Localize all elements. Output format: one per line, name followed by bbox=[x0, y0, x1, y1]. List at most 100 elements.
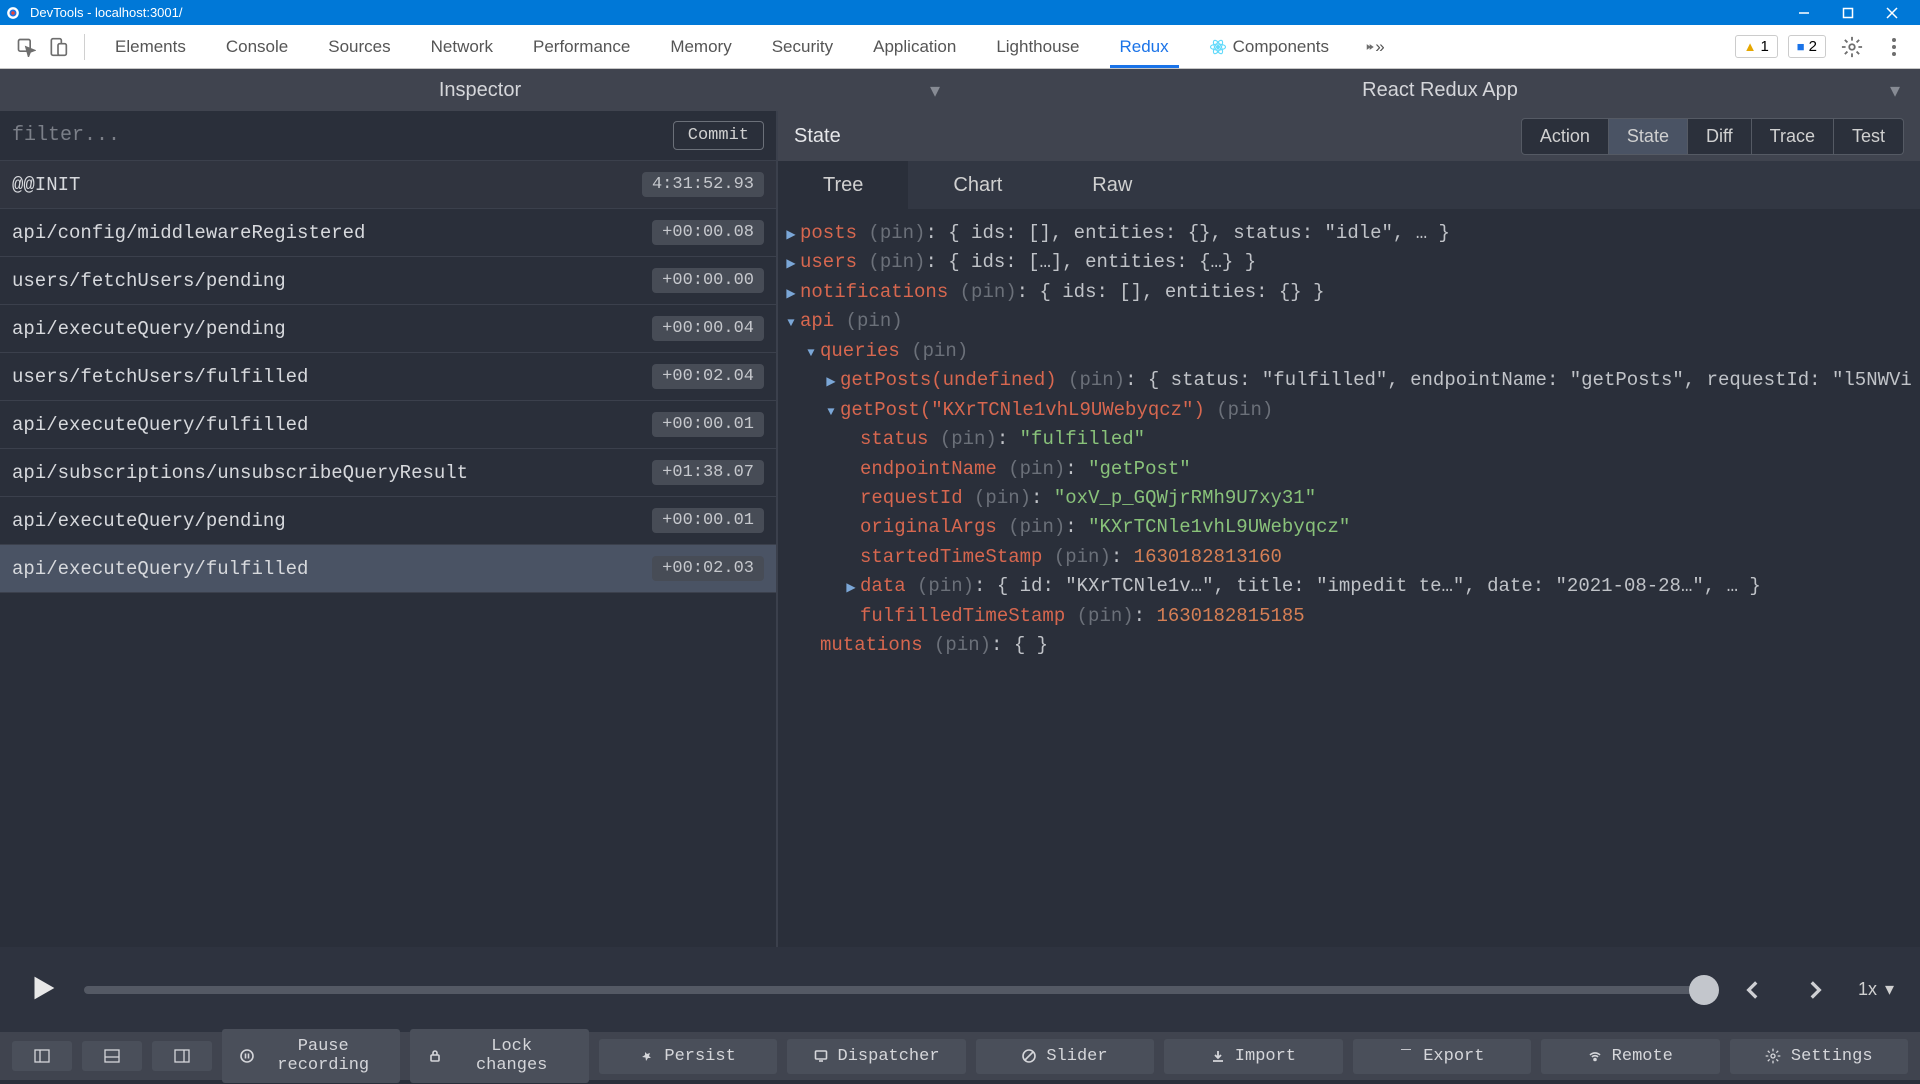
tab-network[interactable]: Network bbox=[411, 25, 513, 68]
timeline-slider[interactable] bbox=[84, 986, 1710, 994]
remote-button[interactable]: Remote bbox=[1541, 1039, 1719, 1074]
window-titlebar: DevTools - localhost:3001/ bbox=[0, 0, 1920, 25]
expand-icon[interactable] bbox=[782, 248, 800, 277]
tab-console[interactable]: Console bbox=[206, 25, 308, 68]
layout-left-button[interactable] bbox=[12, 1041, 72, 1071]
tab-performance[interactable]: Performance bbox=[513, 25, 650, 68]
action-time: +00:00.08 bbox=[652, 220, 764, 245]
state-pane: State ActionStateDiffTraceTest TreeChart… bbox=[778, 111, 1920, 947]
instance-title: React Redux App bbox=[1362, 79, 1518, 102]
view-trace[interactable]: Trace bbox=[1752, 118, 1834, 155]
tab-memory[interactable]: Memory bbox=[650, 25, 751, 68]
divider bbox=[84, 34, 85, 60]
collapse-icon[interactable] bbox=[802, 337, 820, 366]
expand-icon[interactable] bbox=[842, 572, 860, 601]
action-time: 4:31:52.93 bbox=[642, 172, 764, 197]
persist-button[interactable]: Persist bbox=[599, 1039, 777, 1074]
redux-header: Inspector ▾ React Redux App ▾ bbox=[0, 69, 1920, 111]
tab-components[interactable]: Components bbox=[1189, 25, 1349, 68]
tab-application[interactable]: Application bbox=[853, 25, 976, 68]
layout-bottom-button[interactable] bbox=[82, 1041, 142, 1071]
import-label: Import bbox=[1235, 1047, 1296, 1066]
expand-icon[interactable] bbox=[822, 366, 840, 395]
warnings-badge[interactable]: 1 bbox=[1735, 35, 1778, 58]
collapse-icon[interactable] bbox=[822, 396, 840, 425]
play-button[interactable] bbox=[26, 971, 60, 1008]
tab-redux[interactable]: Redux bbox=[1100, 25, 1189, 68]
action-row[interactable]: api/executeQuery/fulfilled+00:02.03 bbox=[0, 545, 776, 593]
view-test[interactable]: Test bbox=[1834, 118, 1904, 155]
more-menu-icon[interactable] bbox=[1878, 31, 1910, 63]
persist-label: Persist bbox=[664, 1047, 735, 1066]
subtab-tree[interactable]: Tree bbox=[778, 161, 908, 209]
action-row[interactable]: api/config/middlewareRegistered+00:00.08 bbox=[0, 209, 776, 257]
commit-button[interactable]: Commit bbox=[673, 121, 764, 150]
action-name: users/fetchUsers/pending bbox=[12, 270, 652, 292]
action-row[interactable]: @@INIT4:31:52.93 bbox=[0, 161, 776, 209]
instance-dropdown-icon[interactable]: ▾ bbox=[1890, 78, 1900, 103]
remote-label: Remote bbox=[1612, 1047, 1673, 1066]
action-row[interactable]: api/executeQuery/pending+00:00.01 bbox=[0, 497, 776, 545]
more-tabs-icon[interactable]: » bbox=[1359, 31, 1391, 63]
settings-gear-icon[interactable] bbox=[1836, 31, 1868, 63]
step-forward-button[interactable] bbox=[1796, 971, 1834, 1009]
pause-recording-button[interactable]: Pause recording bbox=[222, 1029, 400, 1083]
lock-label: Lock changes bbox=[452, 1037, 570, 1075]
layout-right-button[interactable] bbox=[152, 1041, 212, 1071]
inspect-element-icon[interactable] bbox=[10, 31, 42, 63]
inspector-title: Inspector bbox=[439, 79, 521, 102]
slider-label: Slider bbox=[1046, 1047, 1107, 1066]
state-tree[interactable]: posts (pin): { ids: [], entities: {}, st… bbox=[778, 209, 1920, 947]
subtab-chart[interactable]: Chart bbox=[908, 161, 1047, 209]
action-time: +00:00.00 bbox=[652, 268, 764, 293]
collapse-icon[interactable] bbox=[782, 307, 800, 336]
tab-lighthouse[interactable]: Lighthouse bbox=[976, 25, 1099, 68]
state-title: State bbox=[794, 125, 841, 148]
device-toolbar-icon[interactable] bbox=[42, 31, 74, 63]
action-time: +00:00.01 bbox=[652, 412, 764, 437]
export-button[interactable]: Export bbox=[1353, 1039, 1531, 1074]
filter-input[interactable] bbox=[12, 124, 673, 147]
react-icon bbox=[1209, 38, 1227, 56]
filter-row: Commit bbox=[0, 111, 776, 161]
action-name: api/subscriptions/unsubscribeQueryResult bbox=[12, 462, 652, 484]
slider-thumb[interactable] bbox=[1689, 975, 1719, 1005]
view-state[interactable]: State bbox=[1609, 118, 1688, 155]
action-list[interactable]: @@INIT4:31:52.93api/config/middlewareReg… bbox=[0, 161, 776, 947]
action-name: api/config/middlewareRegistered bbox=[12, 222, 652, 244]
subtab-raw[interactable]: Raw bbox=[1047, 161, 1177, 209]
view-segmented: ActionStateDiffTraceTest bbox=[1521, 118, 1904, 155]
action-row[interactable]: api/subscriptions/unsubscribeQueryResult… bbox=[0, 449, 776, 497]
action-row[interactable]: api/executeQuery/fulfilled+00:00.01 bbox=[0, 401, 776, 449]
action-row[interactable]: users/fetchUsers/pending+00:00.00 bbox=[0, 257, 776, 305]
window-minimize-button[interactable] bbox=[1782, 0, 1826, 25]
tab-security[interactable]: Security bbox=[752, 25, 853, 68]
action-row[interactable]: users/fetchUsers/fulfilled+00:02.04 bbox=[0, 353, 776, 401]
inspector-dropdown-icon[interactable]: ▾ bbox=[930, 78, 940, 103]
speed-select[interactable]: 1x ▾ bbox=[1858, 979, 1894, 1000]
expand-icon[interactable] bbox=[782, 219, 800, 248]
dispatcher-label: Dispatcher bbox=[838, 1047, 940, 1066]
step-back-button[interactable] bbox=[1734, 971, 1772, 1009]
dispatcher-button[interactable]: Dispatcher bbox=[787, 1039, 965, 1074]
expand-icon[interactable] bbox=[782, 278, 800, 307]
action-list-pane: Commit @@INIT4:31:52.93api/config/middle… bbox=[0, 111, 778, 947]
main-split: Commit @@INIT4:31:52.93api/config/middle… bbox=[0, 111, 1920, 947]
view-diff[interactable]: Diff bbox=[1688, 118, 1752, 155]
action-row[interactable]: api/executeQuery/pending+00:00.04 bbox=[0, 305, 776, 353]
import-button[interactable]: Import bbox=[1164, 1039, 1342, 1074]
lock-changes-button[interactable]: Lock changes bbox=[410, 1029, 588, 1083]
settings-label: Settings bbox=[1791, 1047, 1873, 1066]
window-maximize-button[interactable] bbox=[1826, 0, 1870, 25]
chevron-down-icon: ▾ bbox=[1885, 979, 1894, 1000]
view-action[interactable]: Action bbox=[1521, 118, 1609, 155]
player-bar: 1x ▾ bbox=[0, 947, 1920, 1032]
action-time: +01:38.07 bbox=[652, 460, 764, 485]
messages-badge[interactable]: 2 bbox=[1788, 35, 1826, 58]
settings-button[interactable]: Settings bbox=[1730, 1039, 1908, 1074]
tab-elements[interactable]: Elements bbox=[95, 25, 206, 68]
window-close-button[interactable] bbox=[1870, 0, 1914, 25]
tab-sources[interactable]: Sources bbox=[308, 25, 410, 68]
upload-icon bbox=[1399, 1049, 1413, 1063]
slider-button[interactable]: Slider bbox=[976, 1039, 1154, 1074]
